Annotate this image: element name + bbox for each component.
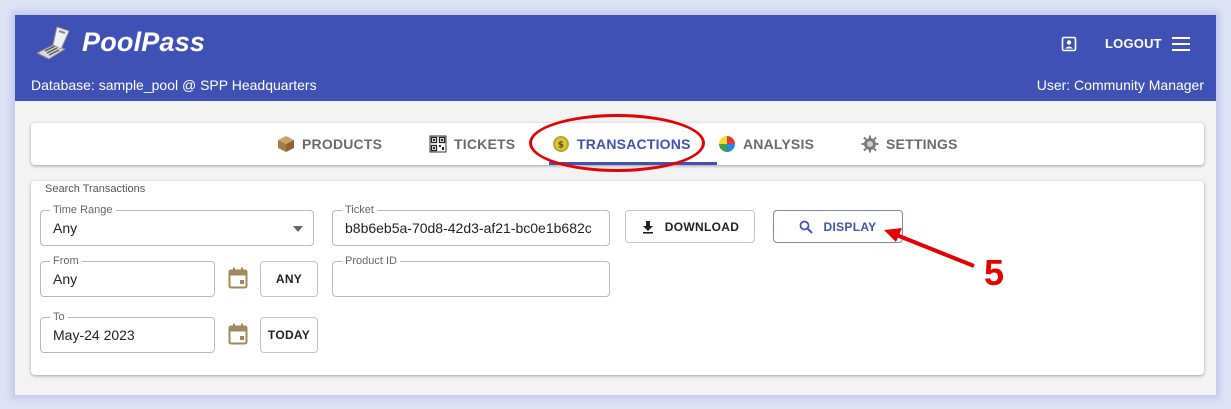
search-transactions-panel: Search Transactions Time Range Any From … (31, 181, 1204, 375)
app-header: PoolPass Database: sample_pool @ SPP Hea… (15, 15, 1216, 101)
time-range-select[interactable]: Time Range Any (40, 204, 314, 246)
tab-products[interactable]: PRODUCTS (277, 123, 382, 165)
logout-button[interactable]: LOGOUT (1097, 31, 1170, 57)
tab-label: ANALYSIS (743, 136, 815, 152)
to-label: To (50, 311, 68, 323)
ticket-label: Ticket (342, 204, 377, 216)
download-button[interactable]: DOWNLOAD (625, 210, 755, 243)
annotation-arrow-icon (884, 228, 975, 268)
from-value: Any (53, 271, 78, 287)
dropdown-caret-icon (293, 226, 303, 232)
qr-code-icon (429, 135, 447, 153)
app-brand: PoolPass (82, 27, 206, 57)
ticket-value: b8b6eb5a-70d8-42d3-af21-bc0e1b682c (345, 220, 592, 236)
time-range-label: Time Range (50, 204, 116, 216)
product-id-input[interactable]: Product ID (332, 255, 610, 297)
hamburger-menu-icon[interactable] (1172, 36, 1190, 52)
app-window: PoolPass Database: sample_pool @ SPP Hea… (15, 15, 1216, 395)
user-label: User: Community Manager (1036, 77, 1204, 93)
to-date-field[interactable]: To May-24 2023 (40, 311, 215, 353)
product-id-label: Product ID (342, 255, 400, 267)
annotation-step-number: 5 (984, 252, 1005, 293)
search-icon (800, 220, 814, 234)
annotation-highlight-ellipse (529, 114, 705, 172)
to-value: May-24 2023 (53, 327, 135, 343)
download-icon (642, 220, 653, 234)
panel-title: Search Transactions (45, 183, 146, 195)
tab-label: SETTINGS (886, 136, 958, 152)
calendar-icon[interactable] (228, 323, 248, 345)
download-label: DOWNLOAD (664, 219, 740, 234)
ticket-input[interactable]: Ticket b8b6eb5a-70d8-42d3-af21-bc0e1b682… (332, 204, 610, 246)
color-wheel-icon (719, 136, 735, 152)
display-label: DISPLAY (823, 219, 877, 234)
account-box-icon[interactable] (1061, 36, 1077, 52)
ticket-scanner-logo-icon (35, 26, 70, 60)
from-label: From (50, 255, 82, 267)
tab-tickets[interactable]: TICKETS (429, 123, 515, 165)
tab-analysis[interactable]: ANALYSIS (718, 123, 814, 165)
database-label: Database: sample_pool @ SPP Headquarters (31, 77, 317, 93)
time-range-value: Any (53, 220, 78, 236)
box-icon (278, 136, 294, 152)
gear-icon (861, 135, 879, 153)
tab-label: TICKETS (454, 136, 516, 152)
from-any-button[interactable]: ANY (260, 261, 318, 297)
tab-label: PRODUCTS (302, 136, 383, 152)
to-today-button[interactable]: TODAY (260, 317, 318, 353)
from-date-field[interactable]: From Any (40, 255, 215, 297)
tab-settings[interactable]: SETTINGS (861, 123, 958, 165)
calendar-icon[interactable] (228, 267, 248, 289)
